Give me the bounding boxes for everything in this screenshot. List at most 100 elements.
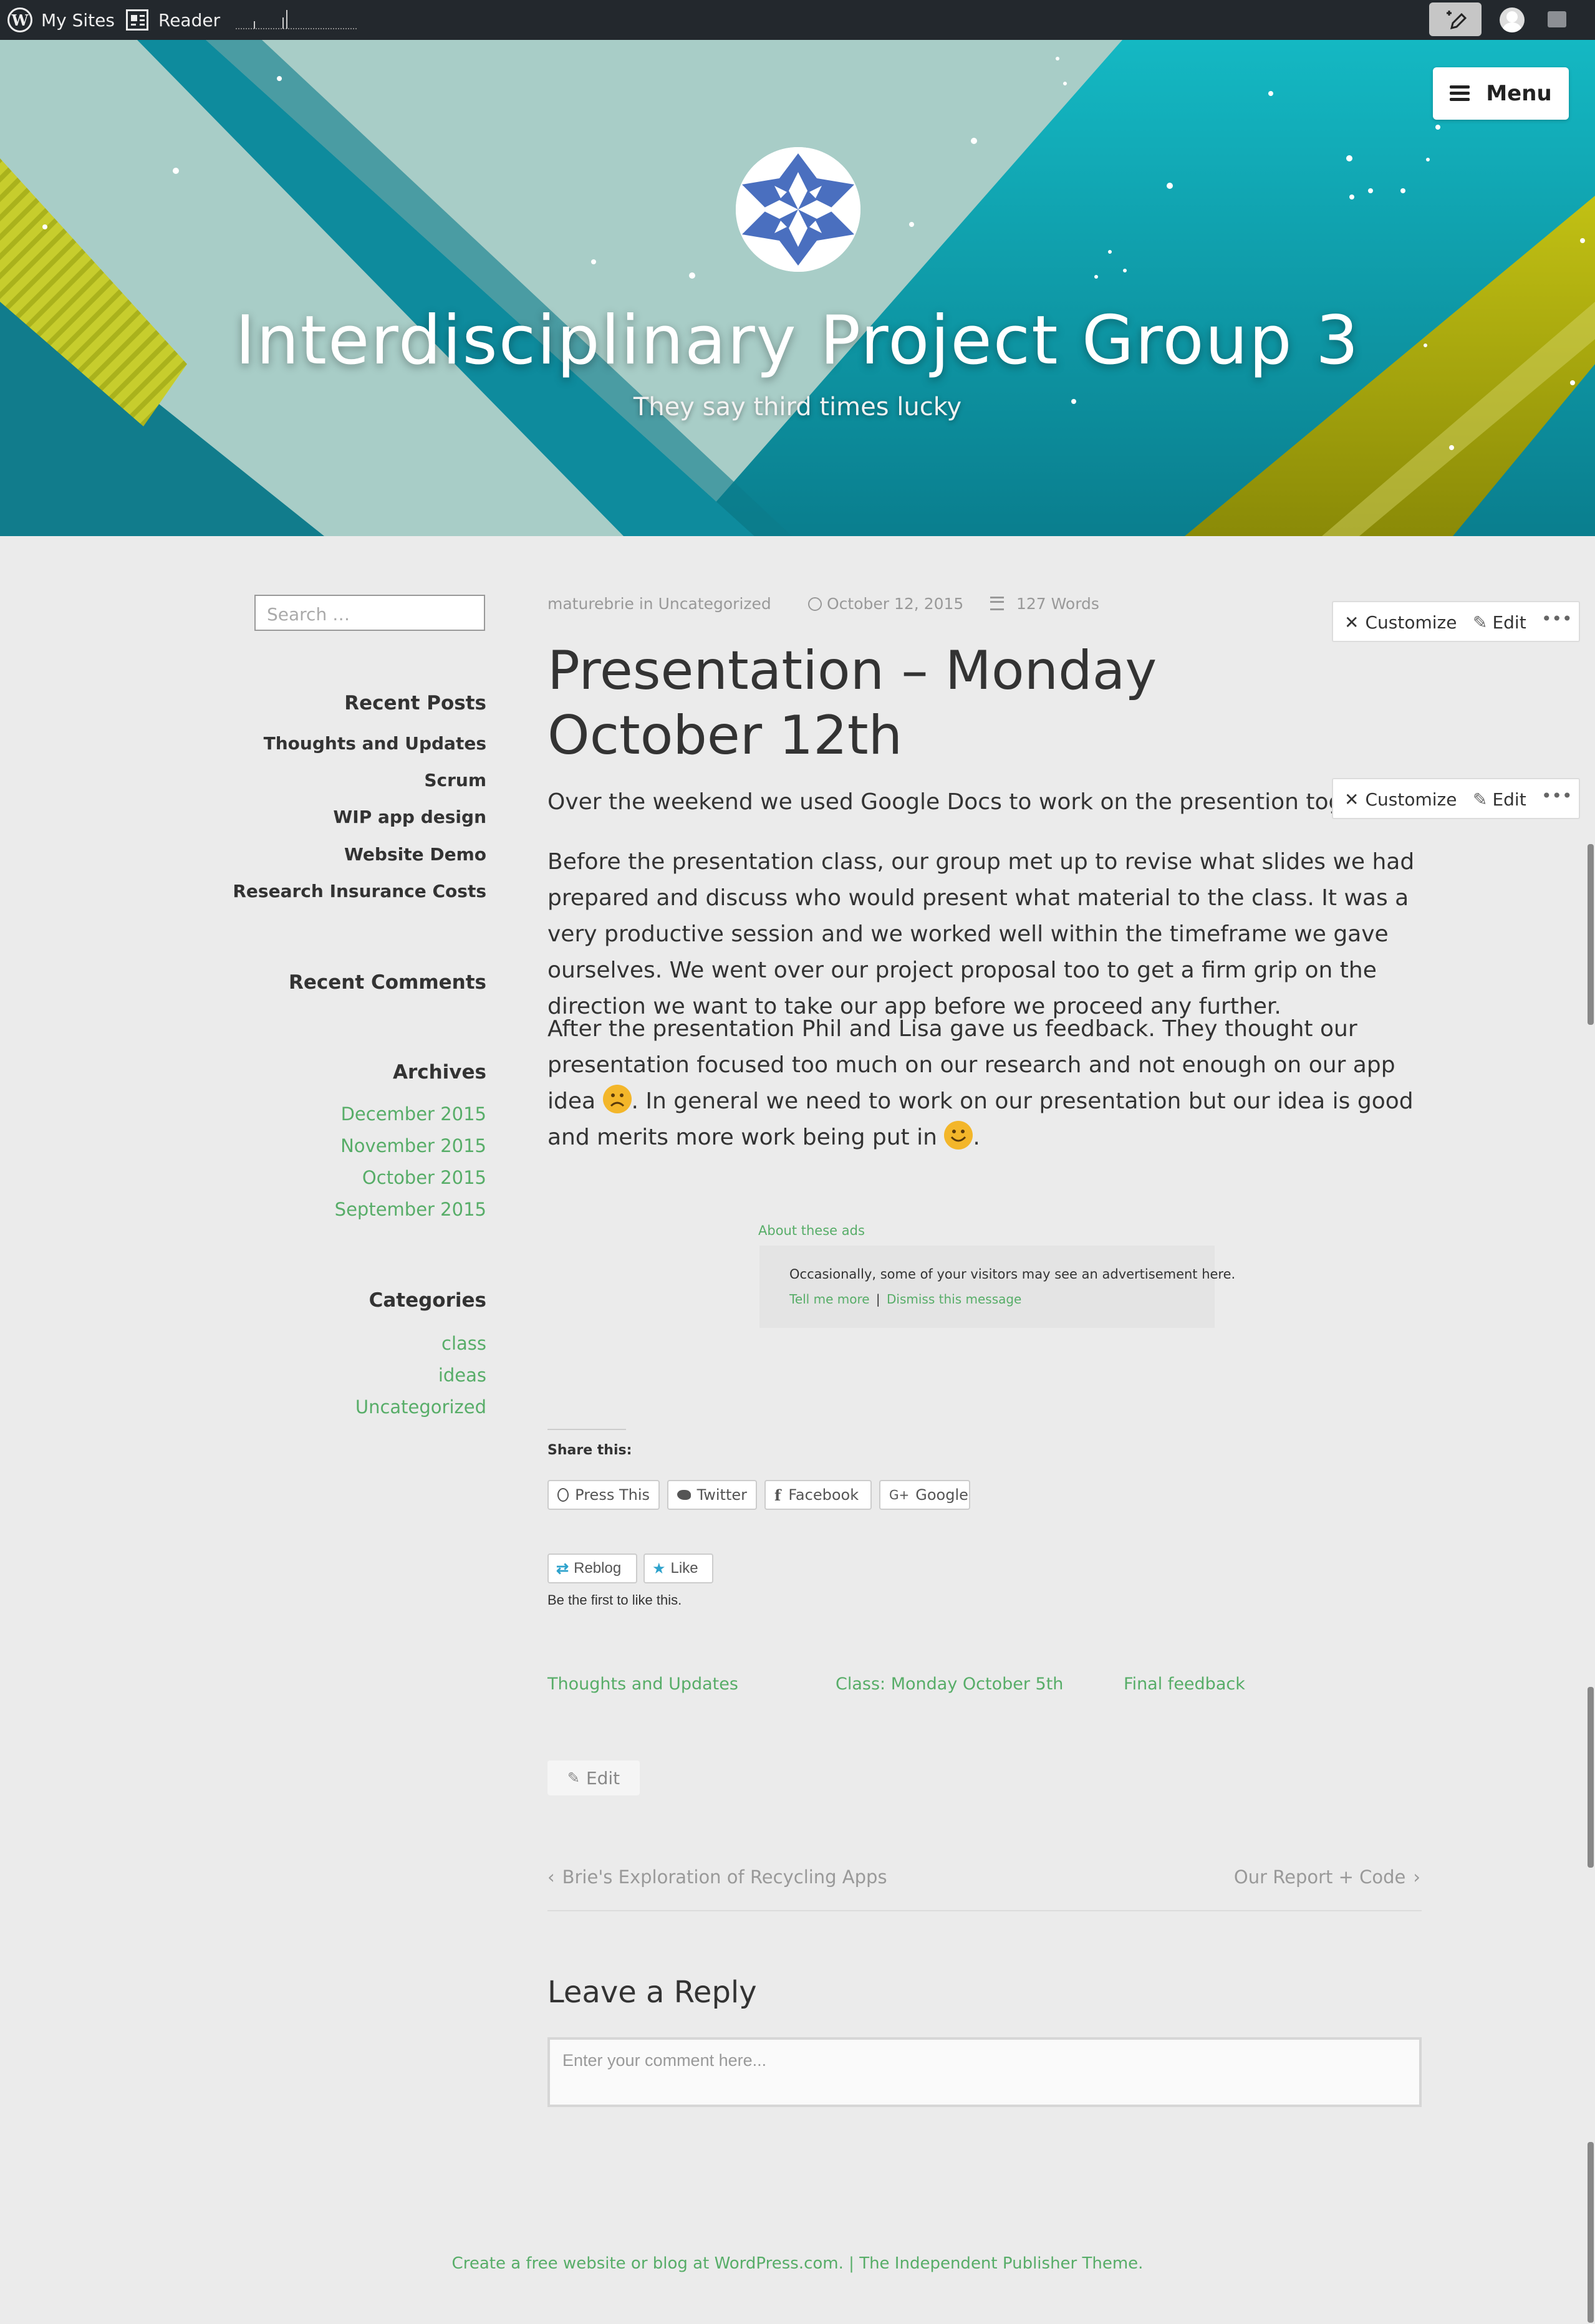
archive-link[interactable]: December 2015 [341, 1103, 486, 1125]
category-link[interactable]: class [441, 1333, 486, 1354]
facebook-icon: f [774, 1486, 781, 1504]
dismiss-message-link[interactable]: Dismiss this message [887, 1292, 1021, 1307]
scrollbar-thumb[interactable] [1588, 2142, 1594, 2323]
post-paragraph: Before the presentation class, our group… [547, 849, 1415, 1019]
menu-button[interactable]: Menu [1433, 67, 1569, 120]
site-logo[interactable] [736, 147, 860, 272]
related-post-link[interactable]: Thoughts and Updates [547, 1674, 738, 1694]
recent-posts-title: Recent Posts [344, 692, 486, 714]
user-avatar[interactable] [1500, 7, 1525, 32]
reblog-button[interactable]: ⇄ Reblog [547, 1553, 637, 1583]
customize-label: Customize [1365, 612, 1457, 633]
tools-icon: ✕ [1344, 612, 1359, 633]
scrollbar-thumb[interactable] [1588, 844, 1594, 1025]
google-plus-icon: G+ [889, 1487, 910, 1502]
ad-separator: | [875, 1292, 880, 1307]
comment-input[interactable]: Enter your comment here... [547, 2037, 1422, 2107]
customize-button[interactable]: ✕ Customize [1344, 612, 1457, 633]
ad-notice: Occasionally, some of your visitors may … [759, 1246, 1235, 1328]
related-post-link[interactable]: Final feedback [1124, 1674, 1245, 1694]
reblog-label: Reblog [574, 1560, 622, 1577]
toolbar-edit-button[interactable]: ✎ Edit [1473, 789, 1526, 810]
previous-post-label: Brie's Exploration of Recycling Apps [562, 1866, 887, 1888]
more-options-icon[interactable]: ••• [1541, 608, 1573, 629]
customize-toolbar: ✕ Customize ✎ Edit ••• [1332, 601, 1580, 642]
recent-post-link[interactable]: Scrum [424, 770, 486, 790]
frowning-face-icon [602, 1085, 632, 1113]
theme-link[interactable]: The Independent Publisher Theme. [859, 2254, 1143, 2273]
about-ads-link[interactable]: About these ads [758, 1223, 865, 1238]
recent-post-link[interactable]: WIP app design [333, 807, 486, 827]
recent-post-link[interactable]: Research Insurance Costs [233, 881, 486, 901]
tell-me-more-link[interactable]: Tell me more [789, 1292, 870, 1307]
leave-reply-title: Leave a Reply [547, 1975, 757, 2010]
recent-comments-title: Recent Comments [289, 971, 486, 994]
post-title: Presentation – Monday October 12th [547, 640, 1157, 767]
category-link[interactable]: Uncategorized [355, 1396, 486, 1418]
post-date[interactable]: October 12, 2015 [808, 595, 963, 613]
recent-post-link[interactable]: Thoughts and Updates [264, 733, 486, 754]
categories-title: Categories [369, 1289, 486, 1312]
notifications-icon[interactable] [1548, 11, 1566, 27]
clock-icon [808, 597, 822, 611]
edit-post-button[interactable]: ✎ Edit [547, 1760, 640, 1795]
like-button[interactable]: ★ Like [643, 1553, 713, 1583]
post-paragraph: After the presentation Phil and Lisa gav… [547, 1011, 1420, 1156]
star-icon: ★ [652, 1560, 666, 1577]
author-link[interactable]: maturebrie [547, 595, 634, 613]
next-post-link[interactable]: Our Report + Code › [1234, 1866, 1420, 1888]
press-this-label: Press This [575, 1486, 650, 1504]
like-label: Like [670, 1560, 698, 1577]
google-share-button[interactable]: G+ Google [879, 1480, 970, 1510]
chevron-right-icon: › [1413, 1866, 1420, 1888]
previous-post-link[interactable]: ‹ Brie's Exploration of Recycling Apps [547, 1866, 887, 1888]
twitter-share-button[interactable]: Twitter [667, 1480, 757, 1510]
customize-button[interactable]: ✕ Customize [1344, 789, 1457, 810]
like-note: Be the first to like this. [547, 1592, 682, 1608]
wordpress-com-link[interactable]: Create a free website or blog at WordPre… [452, 2254, 844, 2273]
header-background-image [0, 40, 1595, 536]
post-paragraph: Over the weekend we used Google Docs to … [547, 789, 1333, 815]
category-link[interactable]: ideas [438, 1365, 486, 1386]
chevron-left-icon: ‹ [547, 1866, 555, 1888]
scrollbar-thumb[interactable] [1588, 1687, 1594, 1868]
stats-sparkline-icon[interactable] [236, 9, 358, 30]
reblog-icon: ⇄ [556, 1560, 569, 1577]
ad-notice-text: Occasionally, some of your visitors may … [789, 1267, 1236, 1282]
next-post-label: Our Report + Code [1233, 1866, 1406, 1888]
archive-link[interactable]: October 2015 [362, 1167, 486, 1188]
pencil-icon: ✎ [1473, 612, 1488, 633]
reader-menu[interactable]: Reader [126, 0, 220, 40]
search-input[interactable]: Search … [254, 595, 485, 631]
toolbar-edit-label: Edit [1492, 789, 1526, 810]
archive-link[interactable]: September 2015 [335, 1199, 486, 1220]
share-divider [547, 1429, 626, 1430]
facebook-label: Facebook [788, 1486, 859, 1504]
post-date-text: October 12, 2015 [827, 595, 964, 613]
facebook-share-button[interactable]: f Facebook [764, 1480, 872, 1510]
category-link[interactable]: Uncategorized [658, 595, 771, 613]
word-count-icon [990, 597, 1004, 610]
my-sites-menu[interactable]: W My Sites [7, 0, 115, 40]
recent-post-link[interactable]: Website Demo [344, 844, 486, 865]
toolbar-edit-button[interactable]: ✎ Edit [1473, 612, 1526, 633]
site-tagline: They say third times lucky [633, 393, 962, 421]
word-count: 127 Words [990, 595, 1099, 613]
share-title: Share this: [547, 1443, 632, 1458]
write-post-button[interactable] [1429, 2, 1482, 36]
footer-separator: | [843, 2254, 860, 2273]
more-options-icon[interactable]: ••• [1541, 785, 1573, 806]
related-post-link[interactable]: Class: Monday October 5th [836, 1674, 1063, 1694]
site-identicon-icon [736, 147, 860, 272]
twitter-icon [677, 1490, 691, 1500]
wordpress-logo-icon: W [7, 7, 32, 32]
archive-link[interactable]: November 2015 [340, 1135, 486, 1156]
my-sites-label: My Sites [41, 9, 115, 31]
press-this-button[interactable]: Press This [547, 1480, 660, 1510]
edit-label: Edit [585, 1767, 620, 1789]
archives-title: Archives [392, 1061, 486, 1083]
tools-icon: ✕ [1344, 789, 1359, 810]
wordpress-icon [557, 1488, 569, 1502]
site-title[interactable]: Interdisciplinary Project Group 3 [0, 302, 1595, 380]
menu-button-label: Menu [1486, 81, 1552, 106]
